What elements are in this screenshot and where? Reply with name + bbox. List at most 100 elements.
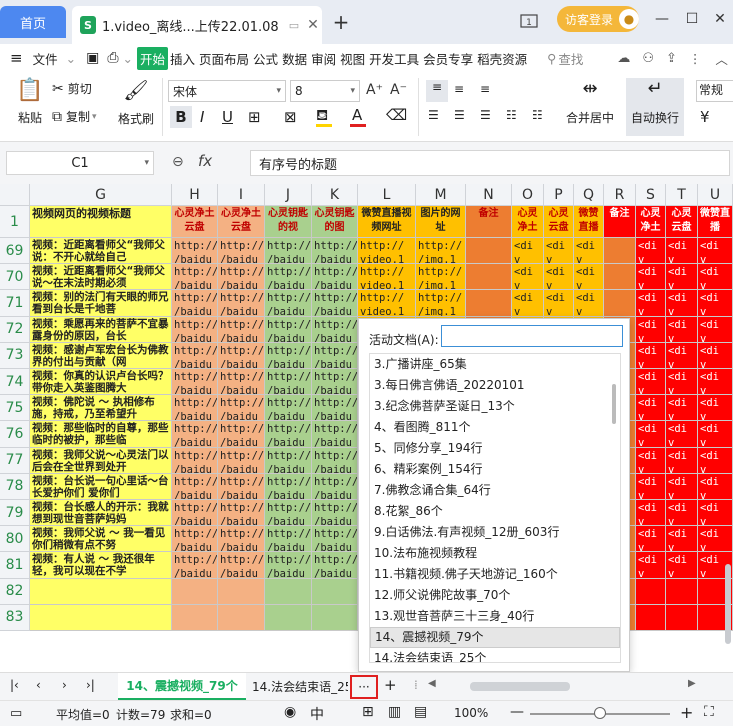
column-header-K[interactable]: K <box>312 184 358 206</box>
table-cell[interactable]: http:///baidu <box>172 526 218 553</box>
column-header-T[interactable]: T <box>666 184 698 206</box>
row-header-75[interactable]: 75 <box>0 395 30 422</box>
table-cell[interactable] <box>636 604 666 631</box>
scroll-right-icon[interactable]: ▶ <box>688 678 696 689</box>
table-cell[interactable]: <div <box>636 526 666 553</box>
table-cell[interactable]: http:///baidu <box>218 290 265 317</box>
column-header-P[interactable]: P <box>544 184 574 206</box>
table-cell[interactable]: http:///baidu <box>312 552 358 579</box>
table-cell[interactable]: 视频：近距离看师父“我师父说：不开心就给自己 <box>30 238 172 265</box>
distribute-icon[interactable]: ☷ <box>532 108 543 122</box>
row-header-76[interactable]: 76 <box>0 421 30 448</box>
menu-page-layout[interactable]: 页面布局 <box>197 49 251 68</box>
next-sheet-icon[interactable]: › <box>62 678 67 692</box>
table-cell[interactable]: http:///baidu <box>312 316 358 343</box>
page-break-view-icon[interactable]: ▤ <box>414 704 427 720</box>
document-list-item[interactable]: 4、看图腾_811个 <box>370 417 620 438</box>
table-cell[interactable]: <div <box>698 395 733 422</box>
scroll-left-icon[interactable]: ◀ <box>428 678 436 689</box>
table-cell[interactable]: <div <box>512 264 544 291</box>
table-cell[interactable]: http:///baidu <box>218 473 265 500</box>
table-cell[interactable]: http:///img.1 <box>416 290 466 317</box>
formula-input[interactable]: 有序号的标题 <box>250 150 730 176</box>
table-cell[interactable]: http:///baidu <box>218 238 265 265</box>
align-bottom-icon[interactable]: ≡ <box>480 82 490 96</box>
table-cell[interactable] <box>218 604 265 631</box>
table-cell[interactable]: <div <box>544 290 574 317</box>
tab-document[interactable]: S 1.video_离线...上传22.01.08 ▭ ✕ <box>72 6 322 44</box>
document-list-item[interactable]: 8.花絮_86个 <box>370 501 620 522</box>
table-cell[interactable] <box>312 604 358 631</box>
merge-center-button[interactable]: ⇹ 合并居中 <box>560 78 620 126</box>
highlight-icon[interactable]: ⛾ <box>316 106 328 126</box>
table-cell[interactable]: http:///baidu <box>172 395 218 422</box>
table-cell[interactable]: http:///baidu <box>265 369 312 396</box>
header-cell[interactable]: 视频网页的视频标题 <box>30 206 172 238</box>
input-method-icon[interactable]: 中 <box>310 704 324 724</box>
close-tab-icon[interactable]: ✕ <box>307 17 319 33</box>
eraser-icon[interactable]: ⌫ <box>386 106 407 124</box>
table-cell[interactable]: http://video.1 <box>358 264 416 291</box>
window-switch-icon[interactable]: 1 <box>518 10 540 32</box>
normal-view-icon[interactable]: ⊞ <box>362 704 374 720</box>
menu-start[interactable]: 开始 <box>137 46 169 70</box>
menu-docer[interactable]: 稻壳资源 <box>475 49 529 68</box>
name-box[interactable]: C1 ▾ <box>6 151 154 175</box>
table-cell[interactable]: http:///baidu <box>312 342 358 369</box>
document-list-item[interactable]: 3.每日佛言佛语_20220101 <box>370 375 620 396</box>
table-cell[interactable]: http:///baidu <box>172 473 218 500</box>
table-cell[interactable] <box>312 578 358 605</box>
table-cell[interactable]: http:///baidu <box>312 447 358 474</box>
document-list-item[interactable]: 11.书籍视频.佛子天地游记_160个 <box>370 564 620 585</box>
tab-home[interactable]: 首页 <box>0 6 66 38</box>
status-doc-icon[interactable]: ▭ <box>10 706 22 721</box>
table-cell[interactable]: <div <box>698 316 733 343</box>
bold-button[interactable]: B <box>170 106 192 128</box>
table-cell[interactable]: http:///baidu <box>218 526 265 553</box>
font-name-select[interactable]: 宋体 ▾ <box>168 80 286 102</box>
table-cell[interactable]: http:///baidu <box>218 342 265 369</box>
table-cell[interactable]: <div <box>666 447 698 474</box>
fill-icon[interactable]: ⊠ <box>284 108 297 126</box>
header-cell[interactable]: 微赞直播视频网址 <box>358 206 416 238</box>
zoom-in-icon[interactable]: + <box>680 703 693 722</box>
more-sheets-button[interactable]: ··· <box>350 675 378 699</box>
header-cell[interactable]: 图片的网址 <box>416 206 466 238</box>
new-tab-button[interactable]: + <box>330 10 352 34</box>
list-scrollbar[interactable] <box>612 384 616 424</box>
row-header-82[interactable]: 82 <box>0 578 30 605</box>
table-cell[interactable]: http:///baidu <box>265 342 312 369</box>
cut-button[interactable]: ✂ 剪切 <box>52 80 92 97</box>
collapse-ribbon-icon[interactable]: ︿ <box>715 49 728 68</box>
table-cell[interactable]: <div <box>666 500 698 527</box>
document-list-item[interactable]: 10.法布施视频教程 <box>370 543 620 564</box>
column-header-Q[interactable]: Q <box>574 184 604 206</box>
row-header-77[interactable]: 77 <box>0 447 30 474</box>
table-cell[interactable]: http:///baidu <box>312 473 358 500</box>
select-all-corner[interactable] <box>0 184 30 206</box>
table-cell[interactable]: 视频：乘愿再来的菩萨不宜暴露身份的原因，台长 <box>30 316 172 343</box>
align-top-icon[interactable]: ≡ <box>426 80 448 102</box>
document-list-item[interactable]: 12.师父说佛陀故事_70个 <box>370 585 620 606</box>
table-cell[interactable]: <div <box>574 264 604 291</box>
table-cell[interactable]: http:///baidu <box>312 264 358 291</box>
table-cell[interactable]: <div <box>636 552 666 579</box>
table-cell[interactable] <box>265 578 312 605</box>
document-list-item[interactable]: 14、震撼视频_79个 <box>370 627 620 648</box>
currency-button[interactable]: ¥ <box>700 108 710 126</box>
header-cell[interactable]: 心灵云盘 <box>544 206 574 238</box>
table-cell[interactable]: <div <box>698 290 733 317</box>
table-cell[interactable] <box>172 604 218 631</box>
document-list-item[interactable]: 14.法会结束语_25个 <box>370 648 620 662</box>
close-icon[interactable]: ✕ <box>710 10 730 28</box>
page-layout-view-icon[interactable]: ▥ <box>388 704 401 720</box>
fx-icon[interactable]: fx <box>198 152 212 170</box>
table-cell[interactable]: <div <box>698 238 733 265</box>
row-header-74[interactable]: 74 <box>0 369 30 396</box>
align-middle-icon[interactable]: ≡ <box>454 82 464 96</box>
table-cell[interactable]: 视频：台长感人的开示：我就想到现世音菩萨妈妈 <box>30 500 172 527</box>
table-cell[interactable]: <div <box>698 342 733 369</box>
table-cell[interactable]: 视频：感谢卢军宏台长为佛教界的付出与贡献（网 <box>30 342 172 369</box>
font-color-icon[interactable]: A <box>352 106 362 124</box>
menu-developer[interactable]: 开发工具 <box>367 49 421 68</box>
